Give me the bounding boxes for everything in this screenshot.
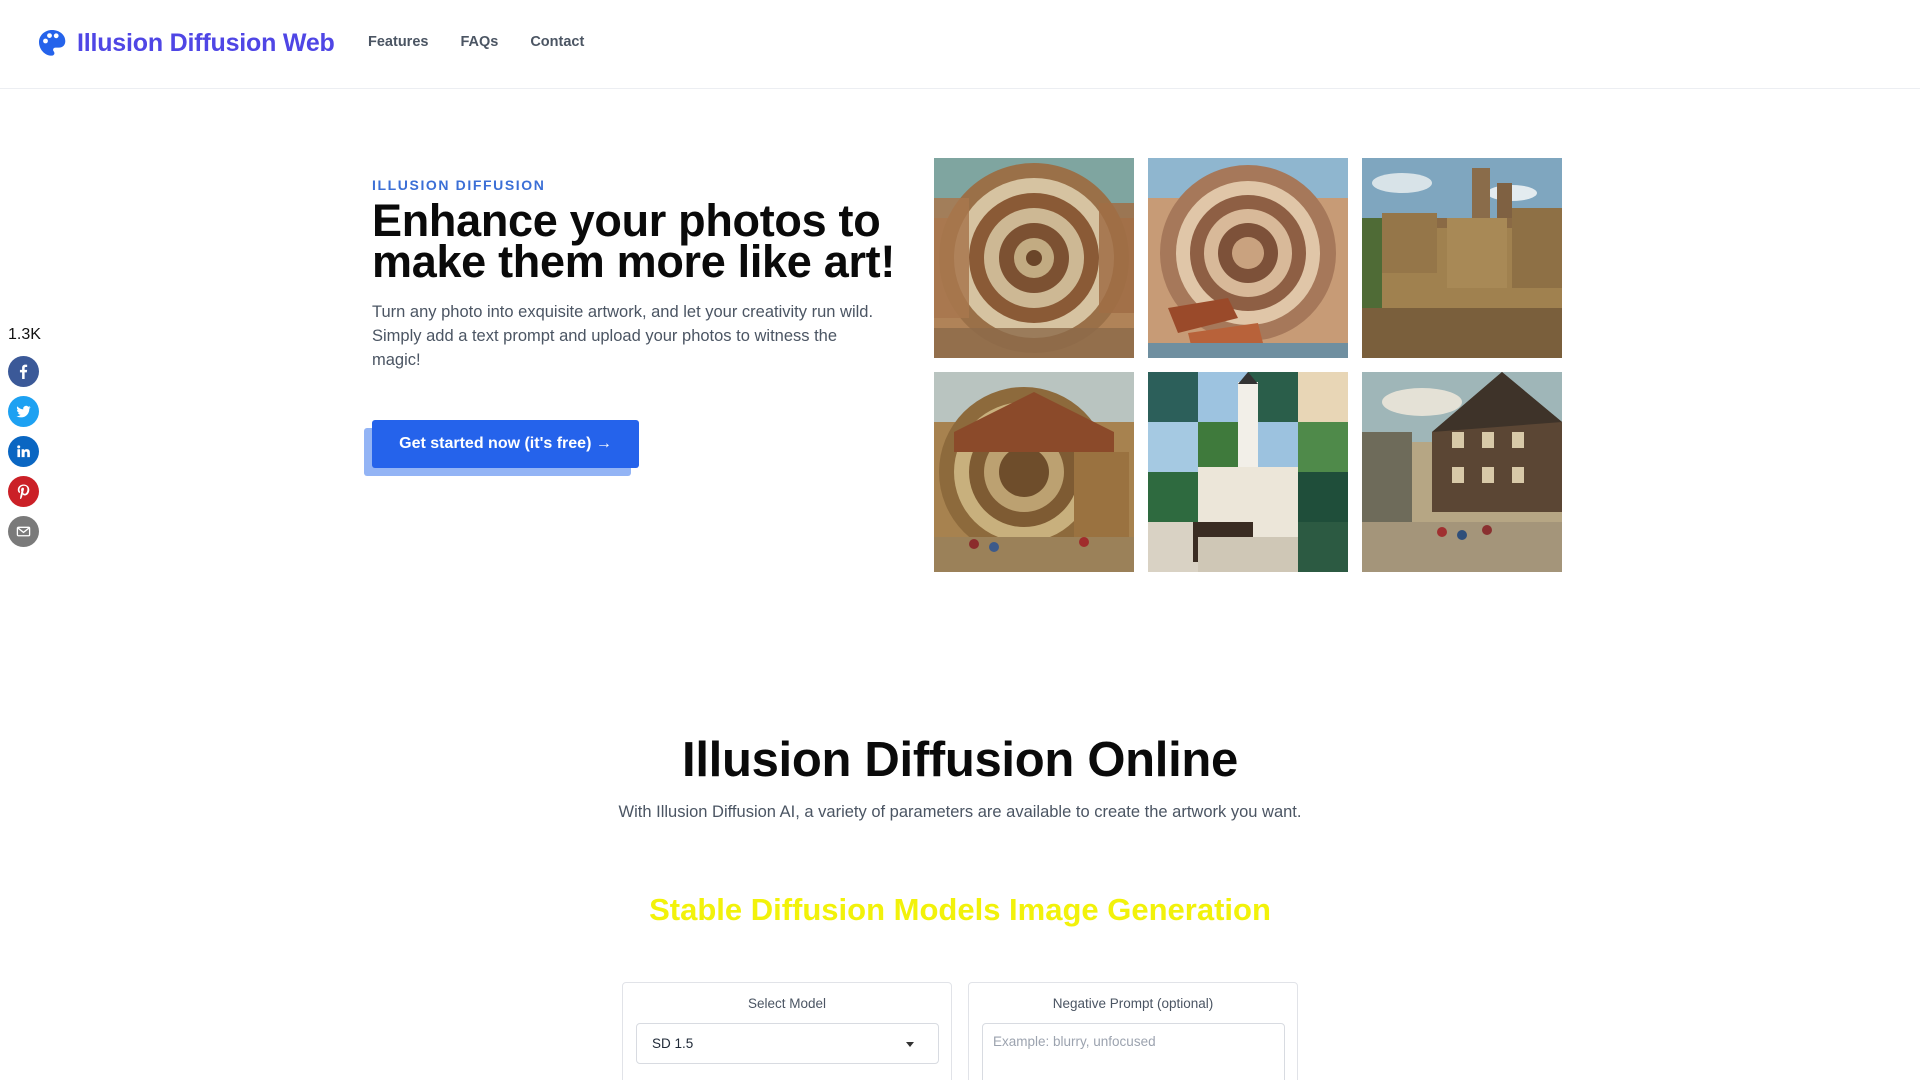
caret-down-icon: [906, 1042, 914, 1047]
email-icon: [16, 526, 31, 537]
gallery-image-spiral-village: [934, 158, 1134, 358]
section-title: Illusion Diffusion Online: [682, 733, 1238, 787]
gallery-image-checkered-church: [1148, 372, 1348, 572]
negative-prompt-input[interactable]: [982, 1023, 1285, 1080]
model-select[interactable]: SD 1.5: [636, 1023, 939, 1064]
email-share-button[interactable]: [8, 516, 39, 547]
hero-title: Enhance your photos to make them more li…: [372, 195, 896, 287]
negative-prompt-card: Negative Prompt (optional): [968, 982, 1298, 1080]
model-select-value: SD 1.5: [652, 1036, 694, 1051]
model-select-card: Select Model SD 1.5: [622, 982, 952, 1080]
logo-link[interactable]: Illusion Diffusion Web: [37, 28, 335, 58]
pinterest-icon: [17, 484, 30, 499]
generator-heading: Stable Diffusion Models Image Generation: [649, 892, 1271, 927]
pinterest-share-button[interactable]: [8, 476, 39, 507]
nav-contact[interactable]: Contact: [530, 34, 584, 50]
facebook-icon: [19, 364, 28, 379]
nav-features[interactable]: Features: [368, 34, 428, 50]
gallery-image-tudor-house: [1362, 372, 1562, 572]
logo-text: Illusion Diffusion Web: [77, 28, 335, 57]
site-header: Illusion Diffusion Web Features FAQs Con…: [0, 0, 1920, 89]
gallery-image-spiral-cottage: [934, 372, 1134, 572]
linkedin-icon: [17, 445, 30, 458]
negative-prompt-label: Negative Prompt (optional): [1052, 996, 1214, 1011]
twitter-icon: [16, 405, 31, 418]
hero-subtitle: Turn any photo into exquisite artwork, a…: [372, 303, 874, 369]
get-started-button[interactable]: Get started now (it's free) →: [372, 420, 639, 468]
linkedin-share-button[interactable]: [8, 436, 39, 467]
gallery-image-castle: [1362, 158, 1562, 358]
gallery-image-spiral-arches: [1148, 158, 1348, 358]
share-count: 1.3K: [8, 326, 41, 343]
main-nav: Features FAQs Contact: [368, 34, 584, 50]
nav-faqs[interactable]: FAQs: [460, 34, 498, 50]
section-subtitle: With Illusion Diffusion AI, a variety of…: [618, 803, 1302, 821]
example-gallery: [934, 158, 1562, 572]
hero-eyebrow: ILLUSION DIFFUSION: [372, 177, 546, 193]
model-select-label: Select Model: [747, 996, 827, 1011]
facebook-share-button[interactable]: [8, 356, 39, 387]
twitter-share-button[interactable]: [8, 396, 39, 427]
palette-icon: [39, 30, 66, 56]
